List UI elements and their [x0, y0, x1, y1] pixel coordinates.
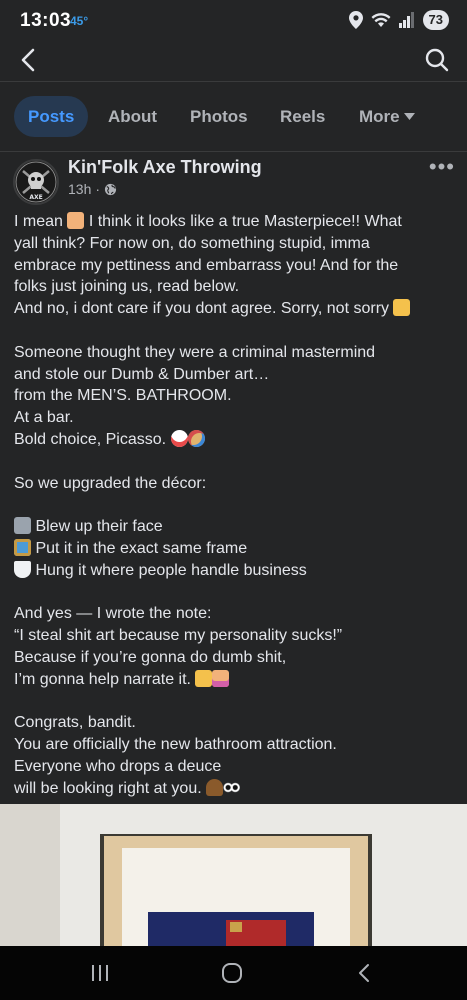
tab-about[interactable]: About [108, 96, 157, 137]
post-line: Someone thought they were a criminal mas… [14, 343, 376, 361]
post-line: from the MEN’S. BATHROOM. [14, 387, 232, 405]
battery-indicator: 73 [422, 10, 449, 30]
post-line: So we upgraded the décor: [14, 474, 207, 492]
post-line: And yes — I wrote the note: [14, 605, 212, 623]
post-line: I mean I think it looks like a true Mast… [14, 212, 402, 230]
page-tabs: Posts About Photos Reels More [0, 82, 467, 152]
chevron-left-icon [21, 48, 35, 72]
post-line: Because if you’re gonna do dumb shit, [14, 648, 287, 666]
back-arrow-icon [359, 964, 369, 982]
back-button[interactable] [12, 44, 44, 76]
post-line: At a bar. [14, 409, 74, 427]
signal-icon [398, 12, 414, 28]
status-bar: 13:03 45° 73 [0, 0, 467, 40]
post-line: folks just joining us, read below. [14, 278, 240, 296]
skull-logo-icon: AXE [15, 161, 57, 203]
person-tipping-hand-emoji [212, 669, 230, 687]
camera-emoji [14, 517, 31, 535]
post-card: AXE Kin'Folk Axe Throwing 13h · ••• I me… [0, 152, 467, 804]
recent-apps-icon [92, 965, 108, 981]
tab-more[interactable]: More [359, 96, 415, 137]
post-line: will be looking right at you. [14, 778, 454, 800]
post-line: Blew up their face [14, 516, 454, 538]
home-button[interactable] [212, 958, 252, 988]
post-line: and stole our Dumb & Dumber art… [14, 365, 270, 383]
location-icon [348, 11, 363, 29]
post-line: “I steal shit art because my personality… [14, 627, 343, 645]
search-button[interactable] [421, 44, 453, 76]
toilet-emoji [14, 560, 31, 578]
tab-reels[interactable]: Reels [280, 96, 325, 137]
system-back-button[interactable] [344, 958, 384, 988]
clown-face-emoji [170, 429, 188, 447]
person-facepalm-emoji [67, 212, 85, 229]
post-line: Congrats, bandit. [14, 714, 136, 732]
post-body: I mean I think it looks like a true Mast… [14, 211, 454, 800]
home-icon [222, 963, 242, 983]
eyes-emoji [223, 778, 241, 796]
post-line: And no, i dont care if you dont agree. S… [14, 298, 454, 320]
system-nav-bar [0, 946, 467, 1000]
page-name-link[interactable]: Kin'Folk Axe Throwing [68, 157, 262, 178]
post-options-button[interactable]: ••• [429, 154, 455, 180]
framed-picture-emoji [14, 538, 31, 556]
artist-palette-emoji [187, 429, 205, 447]
meta-separator: · [95, 181, 101, 197]
status-time: 13:03 [20, 10, 72, 31]
status-temperature: 45° [70, 14, 89, 28]
post-photo[interactable] [0, 804, 467, 946]
post-line: You are officially the new bathroom attr… [14, 736, 337, 754]
post-line: Bold choice, Picasso. [14, 429, 454, 451]
post-line: Put it in the exact same frame [14, 538, 454, 560]
page-avatar[interactable]: AXE [13, 159, 59, 205]
tab-posts[interactable]: Posts [14, 96, 89, 137]
post-timestamp[interactable]: 13h [68, 181, 91, 197]
top-nav-bar [0, 40, 467, 82]
post-line: embrace my pettiness and embarrass you! … [14, 256, 399, 274]
pile-of-poo-emoji [206, 778, 224, 796]
tab-photos[interactable]: Photos [190, 96, 248, 137]
post-line: Hung it where people handle business [14, 560, 454, 582]
recent-apps-button[interactable] [80, 958, 120, 988]
post-line: Everyone who drops a deuce [14, 757, 222, 775]
post-line: I’m gonna help narrate it. [14, 669, 454, 691]
post-meta: 13h · [68, 181, 117, 197]
post-line: yall think? For now on, do something stu… [14, 234, 370, 252]
writing-hand-emoji [195, 669, 213, 687]
status-icons: 73 [348, 9, 449, 31]
svg-text:AXE: AXE [29, 194, 42, 201]
framed-art-photo [0, 804, 467, 946]
wifi-icon [371, 13, 391, 27]
victory-hand-emoji [393, 299, 411, 317]
caret-down-icon [403, 112, 415, 120]
tab-more-label: More [359, 107, 400, 126]
search-icon [425, 48, 449, 72]
globe-icon [104, 183, 117, 195]
